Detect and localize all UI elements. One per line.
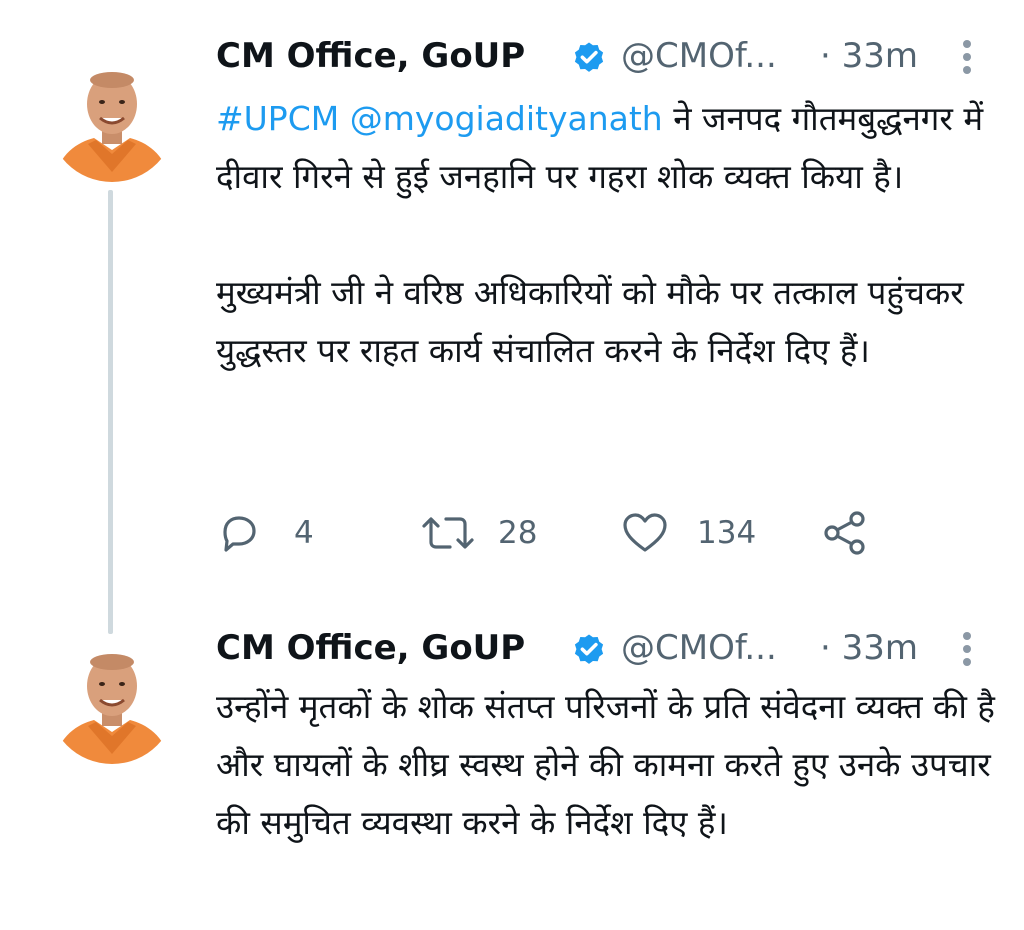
tweet-text: उन्होंने मृतकों के शोक संतप्त परिजनों के…: [216, 678, 996, 852]
more-options-icon[interactable]: [960, 38, 974, 76]
retweet-icon: [422, 517, 474, 549]
mention-link[interactable]: @myogiadityanath: [350, 99, 663, 138]
retweet-count: 28: [498, 515, 538, 551]
tweet-text: #UPCM @myogiadityanath ने जनपद गौतमबुद्ध…: [216, 90, 996, 380]
author-handle[interactable]: @CMOf...: [621, 624, 777, 672]
tweet-header: CM Office, GoUP @CMOf... · 33m: [216, 32, 986, 80]
thread-connector-line: [108, 190, 113, 634]
tweet-paragraph: मुख्यमंत्री जी ने वरिष्ठ अधिकारियों को म…: [216, 273, 964, 370]
tweet-paragraph: उन्होंने मृतकों के शोक संतप्त परिजनों के…: [216, 687, 995, 842]
tweet-paragraph: #UPCM @myogiadityanath ने जनपद गौतमबुद्ध…: [216, 90, 996, 206]
author-name[interactable]: CM Office, GoUP: [216, 624, 525, 672]
twitter-thread-view: CM Office, GoUP @CMOf... · 33m #UPCM @my…: [0, 0, 1024, 930]
tweet-timestamp[interactable]: · 33m: [820, 624, 918, 672]
tweet[interactable]: CM Office, GoUP @CMOf... · 33m #UPCM @my…: [0, 20, 1024, 634]
reply-count: 4: [294, 515, 314, 551]
tweet-header: CM Office, GoUP @CMOf... · 33m: [216, 624, 986, 672]
reply-icon: [223, 516, 256, 552]
like-count: 134: [697, 515, 757, 551]
verified-badge-icon: [574, 634, 604, 664]
more-options-icon[interactable]: [960, 630, 974, 668]
share-icon: [824, 511, 865, 555]
verified-badge-icon: [574, 42, 604, 72]
tweet-actions: 4 28 134: [216, 510, 916, 556]
tweet[interactable]: CM Office, GoUP @CMOf... · 33m उन्होंने …: [0, 614, 1024, 930]
avatar[interactable]: [48, 54, 176, 182]
author-handle[interactable]: @CMOf...: [621, 32, 777, 80]
tweet-timestamp[interactable]: · 33m: [820, 32, 918, 80]
hashtag-link[interactable]: #UPCM: [216, 99, 339, 138]
author-name[interactable]: CM Office, GoUP: [216, 32, 525, 80]
like-icon: [623, 513, 667, 552]
avatar[interactable]: [48, 636, 176, 764]
